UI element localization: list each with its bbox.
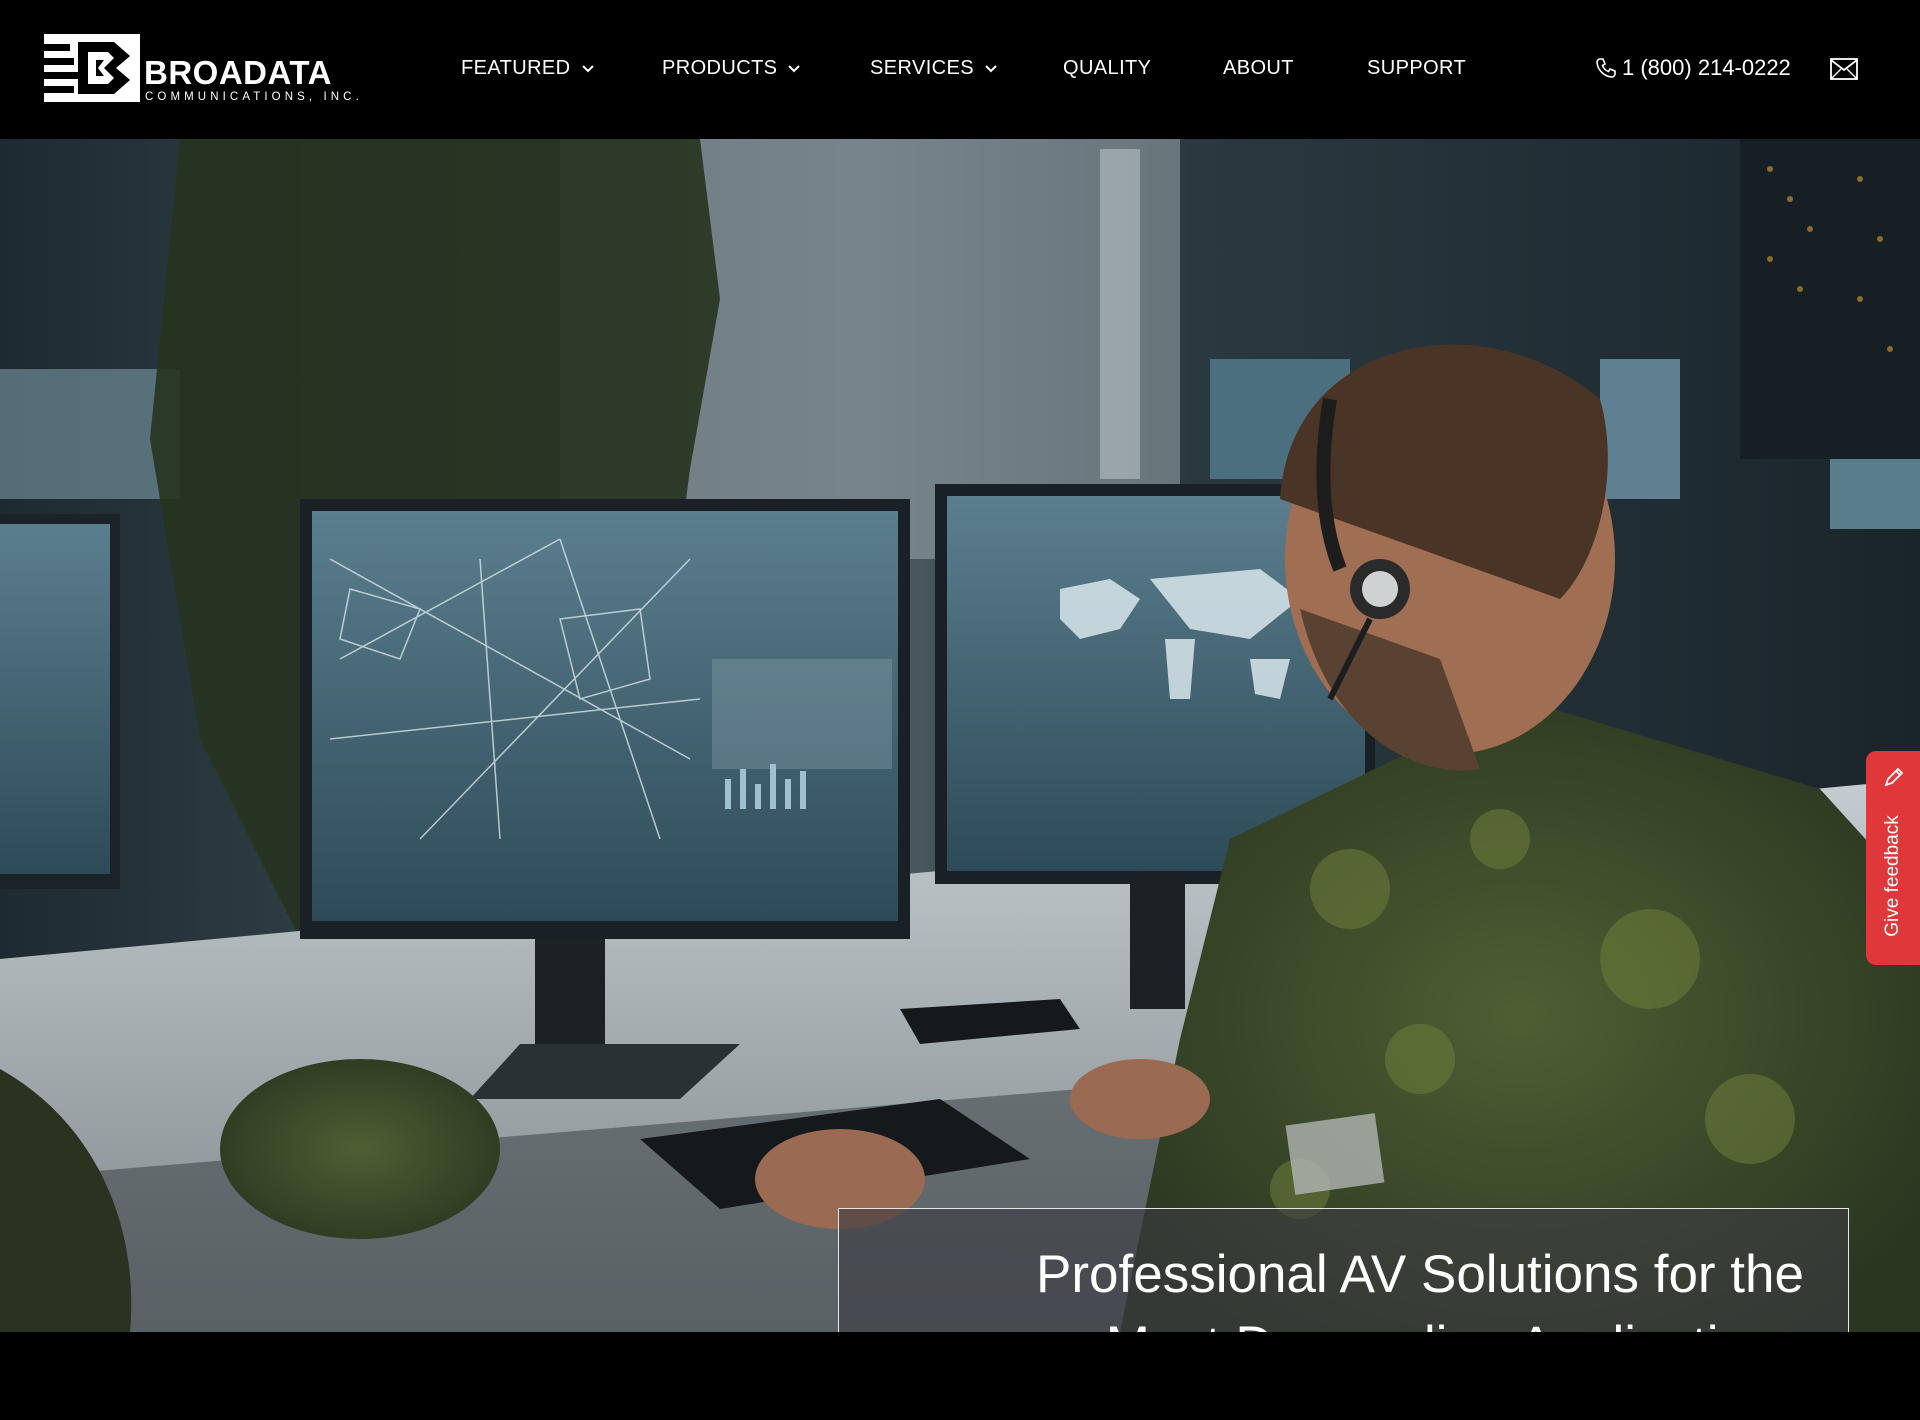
nav-support[interactable]: SUPPORT [1367,56,1466,80]
nav-about[interactable]: ABOUT [1223,56,1294,80]
nav-products[interactable]: PRODUCTS [662,56,801,80]
broadata-logo[interactable]: BROADATA COMMUNICATIONS, INC. [44,34,364,106]
nav-about-label: ABOUT [1223,56,1294,79]
phone-number: 1 (800) 214-0222 [1622,55,1791,80]
give-feedback-label: Give feedback [1882,815,1903,937]
chevron-down-icon [581,65,594,73]
nav-featured[interactable]: FEATURED [461,56,595,80]
phone-icon [1596,58,1616,78]
envelope-icon[interactable] [1830,58,1858,80]
chevron-down-icon [985,65,997,73]
hero-headline-box: Professional AV Solutions for the Most D… [838,1208,1849,1332]
nav-featured-label: FEATURED [461,56,571,79]
phone-link[interactable]: 1 (800) 214-0222 [1594,54,1791,82]
nav-products-label: PRODUCTS [662,56,778,79]
nav-quality-label: QUALITY [1063,56,1152,79]
site-header: BROADATA COMMUNICATIONS, INC. FEATURED P… [0,0,1920,139]
pencil-icon [1884,767,1904,787]
chevron-down-icon [788,65,801,73]
hero-headline-line-1: Professional AV Solutions for the [1036,1244,1804,1304]
brand-name: BROADATA [144,54,332,91]
hero-background-image [0,139,1920,1332]
nav-services[interactable]: SERVICES [870,56,998,80]
nav-quality[interactable]: QUALITY [1063,56,1151,80]
broadata-logo-mark [44,34,140,102]
page-bottom-band [0,1332,1920,1420]
hero-headline-line-2: Most Demanding Applications [1106,1310,1804,1333]
nav-services-label: SERVICES [870,56,974,79]
nav-support-label: SUPPORT [1367,56,1467,79]
hero-section: Professional AV Solutions for the Most D… [0,139,1920,1332]
brand-subtitle: COMMUNICATIONS, INC. [145,91,363,103]
give-feedback-button[interactable]: Give feedback [1866,751,1920,965]
